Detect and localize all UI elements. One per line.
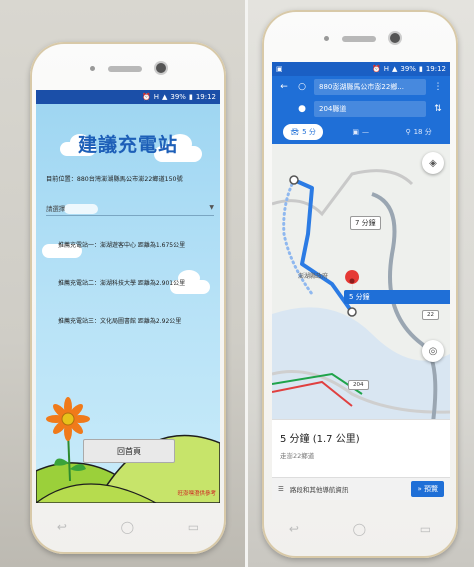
nav-keys: ↩ ◯ ▭ xyxy=(262,522,458,536)
clock: 19:12 xyxy=(425,65,446,73)
place-label: 澎湖縣政府 xyxy=(298,273,329,280)
front-camera xyxy=(390,33,400,43)
recents-icon[interactable]: ▭ xyxy=(420,522,431,536)
sensor xyxy=(324,36,329,41)
credit-text: 旺澎嘿澄供參考 xyxy=(177,491,216,497)
swap-icon[interactable]: ⇅ xyxy=(432,104,444,114)
earpiece xyxy=(108,66,142,72)
signal-icon: ▲ xyxy=(392,65,398,73)
mode-driving-label: 5 分 xyxy=(302,128,316,136)
current-location: 目前位置：880台灣澎湖縣馬公市澎22鄉道150號 xyxy=(46,176,183,183)
destination-input[interactable]: 204縣道 xyxy=(314,101,426,117)
page-title: 建議充電站 xyxy=(77,134,178,156)
origin-input[interactable]: 880澎湖縣馬公市澎22鄉... xyxy=(314,79,426,95)
steps-link[interactable]: 路段和其他導航資訊 xyxy=(290,484,406,494)
earpiece xyxy=(342,36,376,42)
mode-walking[interactable]: ⚲ 18 分 xyxy=(398,124,438,140)
station-item-3: 推薦充電站三：文化局圖書館 距離為2.92公里 xyxy=(58,318,182,325)
charging-station-app: 建議充電站 目前位置：880台灣澎湖縣馬公市澎22鄉道150號 請選擇 ▼ 推薦… xyxy=(36,104,220,503)
back-icon[interactable]: ↩ xyxy=(57,520,67,534)
left-phone: ⏰ H ▲ 39% ▮ 19:12 建議充電站 目前位置：880台灣澎湖縣馬公市… xyxy=(30,42,226,554)
chevron-down-icon: ▼ xyxy=(209,204,214,211)
mode-transit[interactable]: ▣ — xyxy=(345,125,376,139)
home-icon[interactable]: ◯ xyxy=(353,522,366,536)
transit-icon: ▣ xyxy=(352,128,359,136)
travel-modes: 🚘︎ 5 分 ▣ — ⚲ 18 分 xyxy=(272,120,450,144)
status-bar: ▣ ⏰ H ▲ 39% ▮ 19:12 xyxy=(272,62,450,76)
signal-icon: ▲ xyxy=(162,93,168,101)
directions-header: ← ○ 880澎湖縣馬公市澎22鄉... ⋮ ● 204縣道 ⇅ 🚘︎ 5 分 … xyxy=(272,76,450,144)
mode-driving[interactable]: 🚘︎ 5 分 xyxy=(283,124,323,140)
left-screen: ⏰ H ▲ 39% ▮ 19:12 建議充電站 目前位置：880台灣澎湖縣馬公市… xyxy=(36,90,220,503)
my-location-icon[interactable]: ◎ xyxy=(422,340,444,362)
home-button[interactable]: 回首頁 xyxy=(83,439,175,463)
battery-percent: 39% xyxy=(170,93,186,101)
map-view[interactable]: ◈ ◎ 7 分鐘 5 分鐘 澎湖縣政府 204 22 xyxy=(272,144,450,430)
notification-icon: ▣ xyxy=(276,65,283,73)
eta-text: 5 分鐘 (1.7 公里) xyxy=(280,434,360,445)
photo-divider xyxy=(245,0,248,567)
destination-pin-icon: ● xyxy=(298,104,306,114)
signal-label: H xyxy=(383,65,389,73)
back-icon[interactable]: ↩ xyxy=(289,522,299,536)
sensor xyxy=(90,66,95,71)
via-text: 走澎22鄉道 xyxy=(280,452,315,460)
more-options-icon[interactable]: ⋮ xyxy=(432,82,444,92)
origin-dot-icon: ○ xyxy=(298,82,306,92)
right-phone: ▣ ⏰ H ▲ 39% ▮ 19:12 ← ○ 880澎湖縣馬公市澎22鄉...… xyxy=(262,10,458,558)
destination-row: ● 204縣道 ⇅ xyxy=(272,98,450,120)
route-alt-label[interactable]: 7 分鐘 xyxy=(350,216,381,230)
status-bar: ⏰ H ▲ 39% ▮ 19:12 xyxy=(36,90,220,104)
station-select[interactable]: 請選擇 ▼ xyxy=(46,204,214,216)
signal-label: H xyxy=(153,93,159,101)
front-camera xyxy=(156,63,166,73)
right-screen: ▣ ⏰ H ▲ 39% ▮ 19:12 ← ○ 880澎湖縣馬公市澎22鄉...… xyxy=(272,62,450,500)
home-icon[interactable]: ◯ xyxy=(121,520,134,534)
battery-percent: 39% xyxy=(400,65,416,73)
battery-icon: ▮ xyxy=(418,65,423,73)
list-icon: ☰ xyxy=(278,485,284,493)
preview-button[interactable]: » 預覽 xyxy=(411,481,444,497)
road-badge: 204 xyxy=(348,380,369,390)
nav-keys: ↩ ◯ ▭ xyxy=(30,520,226,534)
alarm-icon: ⏰ xyxy=(142,93,151,101)
route-summary-sheet[interactable]: 5 分鐘 (1.7 公里) 走澎22鄉道 ☰ 路段和其他導航資訊 » 預覽 xyxy=(272,419,450,500)
mode-walking-label: 18 分 xyxy=(413,128,432,136)
route-selected-label[interactable]: 5 分鐘 xyxy=(344,290,450,304)
layers-icon[interactable]: ◈ xyxy=(422,152,444,174)
station-item-1: 推薦充電站一：澎湖遊客中心 距離為1.675公里 xyxy=(58,242,186,249)
mode-transit-label: — xyxy=(361,128,369,136)
road-badge: 22 xyxy=(422,310,439,320)
back-arrow-icon[interactable]: ← xyxy=(278,82,290,92)
preview-label: 預覽 xyxy=(424,485,438,493)
battery-icon: ▮ xyxy=(188,93,193,101)
station-item-2: 推薦充電站二：澎湖科技大學 距離為2.901公里 xyxy=(58,280,186,287)
walk-icon: ⚲ xyxy=(405,128,411,136)
alarm-icon: ⏰ xyxy=(372,65,381,73)
recents-icon[interactable]: ▭ xyxy=(188,520,199,534)
select-label: 請選擇 xyxy=(46,205,66,213)
origin-row: ← ○ 880澎湖縣馬公市澎22鄉... ⋮ xyxy=(272,76,450,98)
clock: 19:12 xyxy=(195,93,216,101)
car-icon: 🚘︎ xyxy=(290,128,300,136)
steps-bar: ☰ 路段和其他導航資訊 » 預覽 xyxy=(272,477,450,500)
